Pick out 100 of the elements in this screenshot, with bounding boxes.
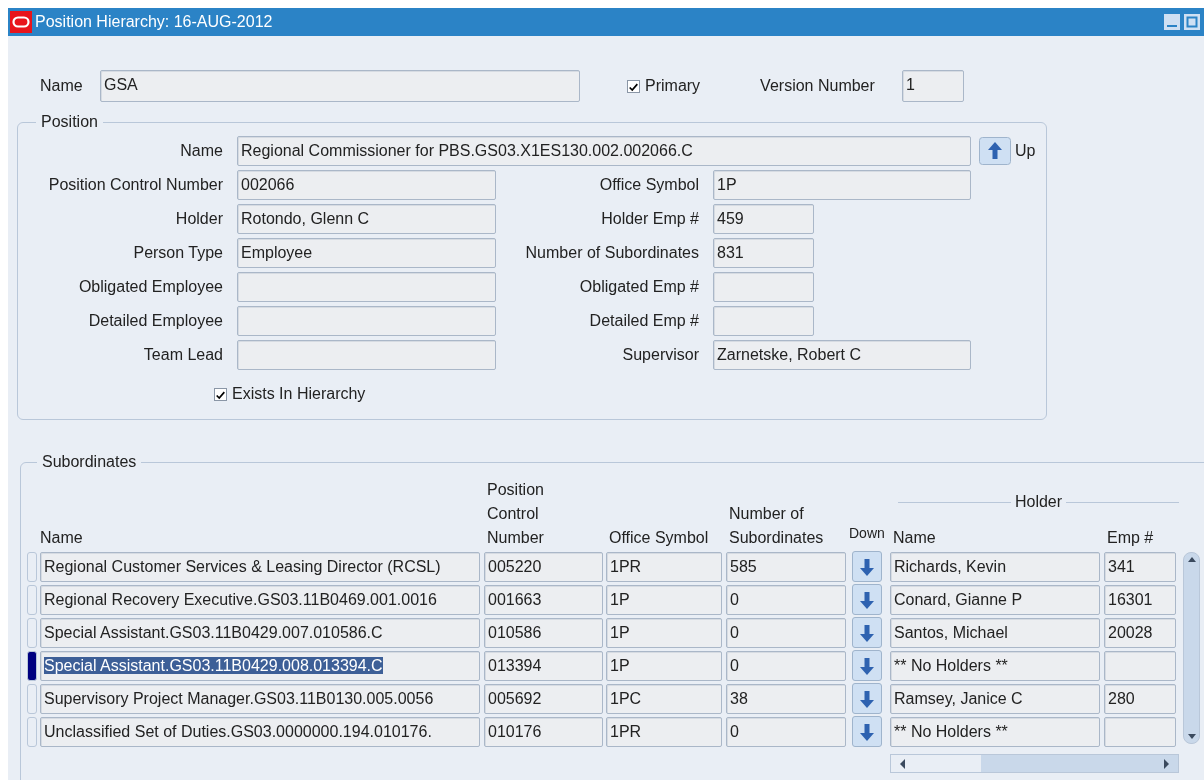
- table-cell[interactable]: 001663: [484, 584, 603, 615]
- down-button[interactable]: [852, 551, 882, 582]
- text-field[interactable]: 1P: [713, 170, 971, 200]
- text-field[interactable]: [237, 340, 496, 370]
- text-field[interactable]: 002066: [237, 170, 496, 200]
- down-arrow-icon: [859, 721, 875, 742]
- checkbox-label: Exists In Hierarchy: [232, 384, 366, 404]
- column-header: Emp #: [1106, 528, 1155, 548]
- scroll-right-icon[interactable]: [1162, 757, 1172, 770]
- column-header: Number of Subordinates: [728, 504, 825, 548]
- vertical-scrollbar[interactable]: [1183, 552, 1200, 744]
- down-button[interactable]: [852, 584, 882, 615]
- table-cell[interactable]: 005692: [484, 683, 603, 714]
- table-cell[interactable]: 0: [726, 617, 846, 648]
- table-cell[interactable]: Special Assistant.GS03.11B0429.007.010586.C: [40, 617, 480, 648]
- field-label: Number of Subordinates: [524, 243, 699, 263]
- column-group-header: Holder: [1014, 492, 1063, 512]
- text-field[interactable]: [713, 306, 814, 336]
- field-label: Holder: [174, 209, 223, 229]
- table-cell[interactable]: Unclassified Set of Duties.GS03.0000000.194.010176.: [40, 716, 480, 747]
- text-field[interactable]: 831: [713, 238, 814, 268]
- field-label: Obligated Emp #: [578, 277, 699, 297]
- table-cell[interactable]: 1PC: [606, 683, 722, 714]
- maximize-icon[interactable]: [1184, 14, 1200, 30]
- table-cell[interactable]: 0: [726, 716, 846, 747]
- table-cell[interactable]: [1104, 716, 1176, 747]
- field-label: Holder Emp #: [600, 209, 699, 229]
- table-cell[interactable]: 20028: [1104, 617, 1176, 648]
- down-button[interactable]: [852, 650, 882, 681]
- text-field[interactable]: [713, 272, 814, 302]
- app-logo-icon: [10, 11, 32, 33]
- table-cell[interactable]: [1104, 650, 1176, 681]
- table-cell[interactable]: 0: [726, 584, 846, 615]
- field-label: Name: [40, 76, 84, 96]
- field-label: Office Symbol: [598, 175, 699, 195]
- table-cell[interactable]: Regional Customer Services & Leasing Director (RCSL): [40, 551, 480, 582]
- row-indicator[interactable]: [27, 650, 37, 681]
- table-cell[interactable]: 1P: [606, 584, 722, 615]
- table-cell[interactable]: 0: [726, 650, 846, 681]
- table-cell[interactable]: Regional Recovery Executive.GS03.11B0469.001.0016: [40, 584, 480, 615]
- checkbox-label: Primary: [645, 76, 701, 96]
- text-field[interactable]: 459: [713, 204, 814, 234]
- name-field[interactable]: GSA: [100, 70, 580, 102]
- section-title: Position: [40, 114, 99, 130]
- table-cell[interactable]: 013394: [484, 650, 603, 681]
- table-cell[interactable]: 585: [726, 551, 846, 582]
- field-label: Person Type: [132, 243, 223, 263]
- text-field[interactable]: Employee: [237, 238, 496, 268]
- table-cell[interactable]: 010586: [484, 617, 603, 648]
- down-button[interactable]: [852, 617, 882, 648]
- table-cell[interactable]: 1P: [606, 650, 722, 681]
- table-cell[interactable]: 38: [726, 683, 846, 714]
- field-label: Name: [179, 141, 223, 161]
- table-cell[interactable]: 1P: [606, 617, 722, 648]
- table-cell[interactable]: ** No Holders **: [890, 650, 1100, 681]
- field-label: Version Number: [760, 76, 876, 96]
- checkbox[interactable]: [214, 387, 227, 401]
- down-arrow-icon: [859, 589, 875, 610]
- table-cell[interactable]: ** No Holders **: [890, 716, 1100, 747]
- window-title: Position Hierarchy: 16-AUG-2012: [35, 12, 273, 32]
- down-arrow-icon: [859, 688, 875, 709]
- horizontal-scrollbar[interactable]: [890, 754, 1179, 773]
- table-cell[interactable]: 1PR: [606, 551, 722, 582]
- field-label: Team Lead: [142, 345, 223, 365]
- column-header: Name: [892, 528, 937, 548]
- column-header: Office Symbol: [608, 528, 710, 548]
- down-arrow-icon: [859, 622, 875, 643]
- table-cell[interactable]: 280: [1104, 683, 1176, 714]
- field-label: Position Control Number: [47, 175, 223, 195]
- table-cell[interactable]: Special Assistant.GS03.11B0429.008.013394.C: [40, 650, 480, 681]
- text-field[interactable]: Rotondo, Glenn C: [237, 204, 496, 234]
- field-label: Supervisor: [621, 345, 699, 365]
- text-field[interactable]: [237, 306, 496, 336]
- column-header: Name: [39, 528, 84, 548]
- table-cell[interactable]: 005220: [484, 551, 603, 582]
- down-arrow-icon: [859, 556, 875, 577]
- down-button[interactable]: [852, 683, 882, 714]
- table-cell[interactable]: 010176: [484, 716, 603, 747]
- position-name-field[interactable]: Regional Commissioner for PBS.GS03.X1ES130.002.002066.C: [237, 136, 971, 166]
- checkbox[interactable]: [627, 79, 640, 93]
- table-cell[interactable]: Richards, Kevin: [890, 551, 1100, 582]
- table-cell[interactable]: 16301: [1104, 584, 1176, 615]
- minimize-icon[interactable]: [1164, 14, 1180, 30]
- text-field[interactable]: Zarnetske, Robert C: [713, 340, 971, 370]
- field-label: Detailed Employee: [87, 311, 223, 331]
- version-field[interactable]: 1: [902, 70, 965, 102]
- text-field[interactable]: [237, 272, 496, 302]
- field-label: Detailed Emp #: [588, 311, 699, 331]
- field-label: Obligated Employee: [77, 277, 223, 297]
- down-arrow-icon: [859, 655, 875, 676]
- table-cell[interactable]: Santos, Michael: [890, 617, 1100, 648]
- column-header: Down: [849, 524, 886, 543]
- table-cell[interactable]: Ramsey, Janice C: [890, 683, 1100, 714]
- table-cell[interactable]: 1PR: [606, 716, 722, 747]
- table-cell[interactable]: Supervisory Project Manager.GS03.11B0130.005.0056: [40, 683, 480, 714]
- table-cell[interactable]: 341: [1104, 551, 1176, 582]
- table-cell[interactable]: Conard, Gianne P: [890, 584, 1100, 615]
- down-button[interactable]: [852, 716, 882, 747]
- column-header: Position Control Number: [486, 480, 544, 548]
- section-title: Subordinates: [41, 454, 138, 470]
